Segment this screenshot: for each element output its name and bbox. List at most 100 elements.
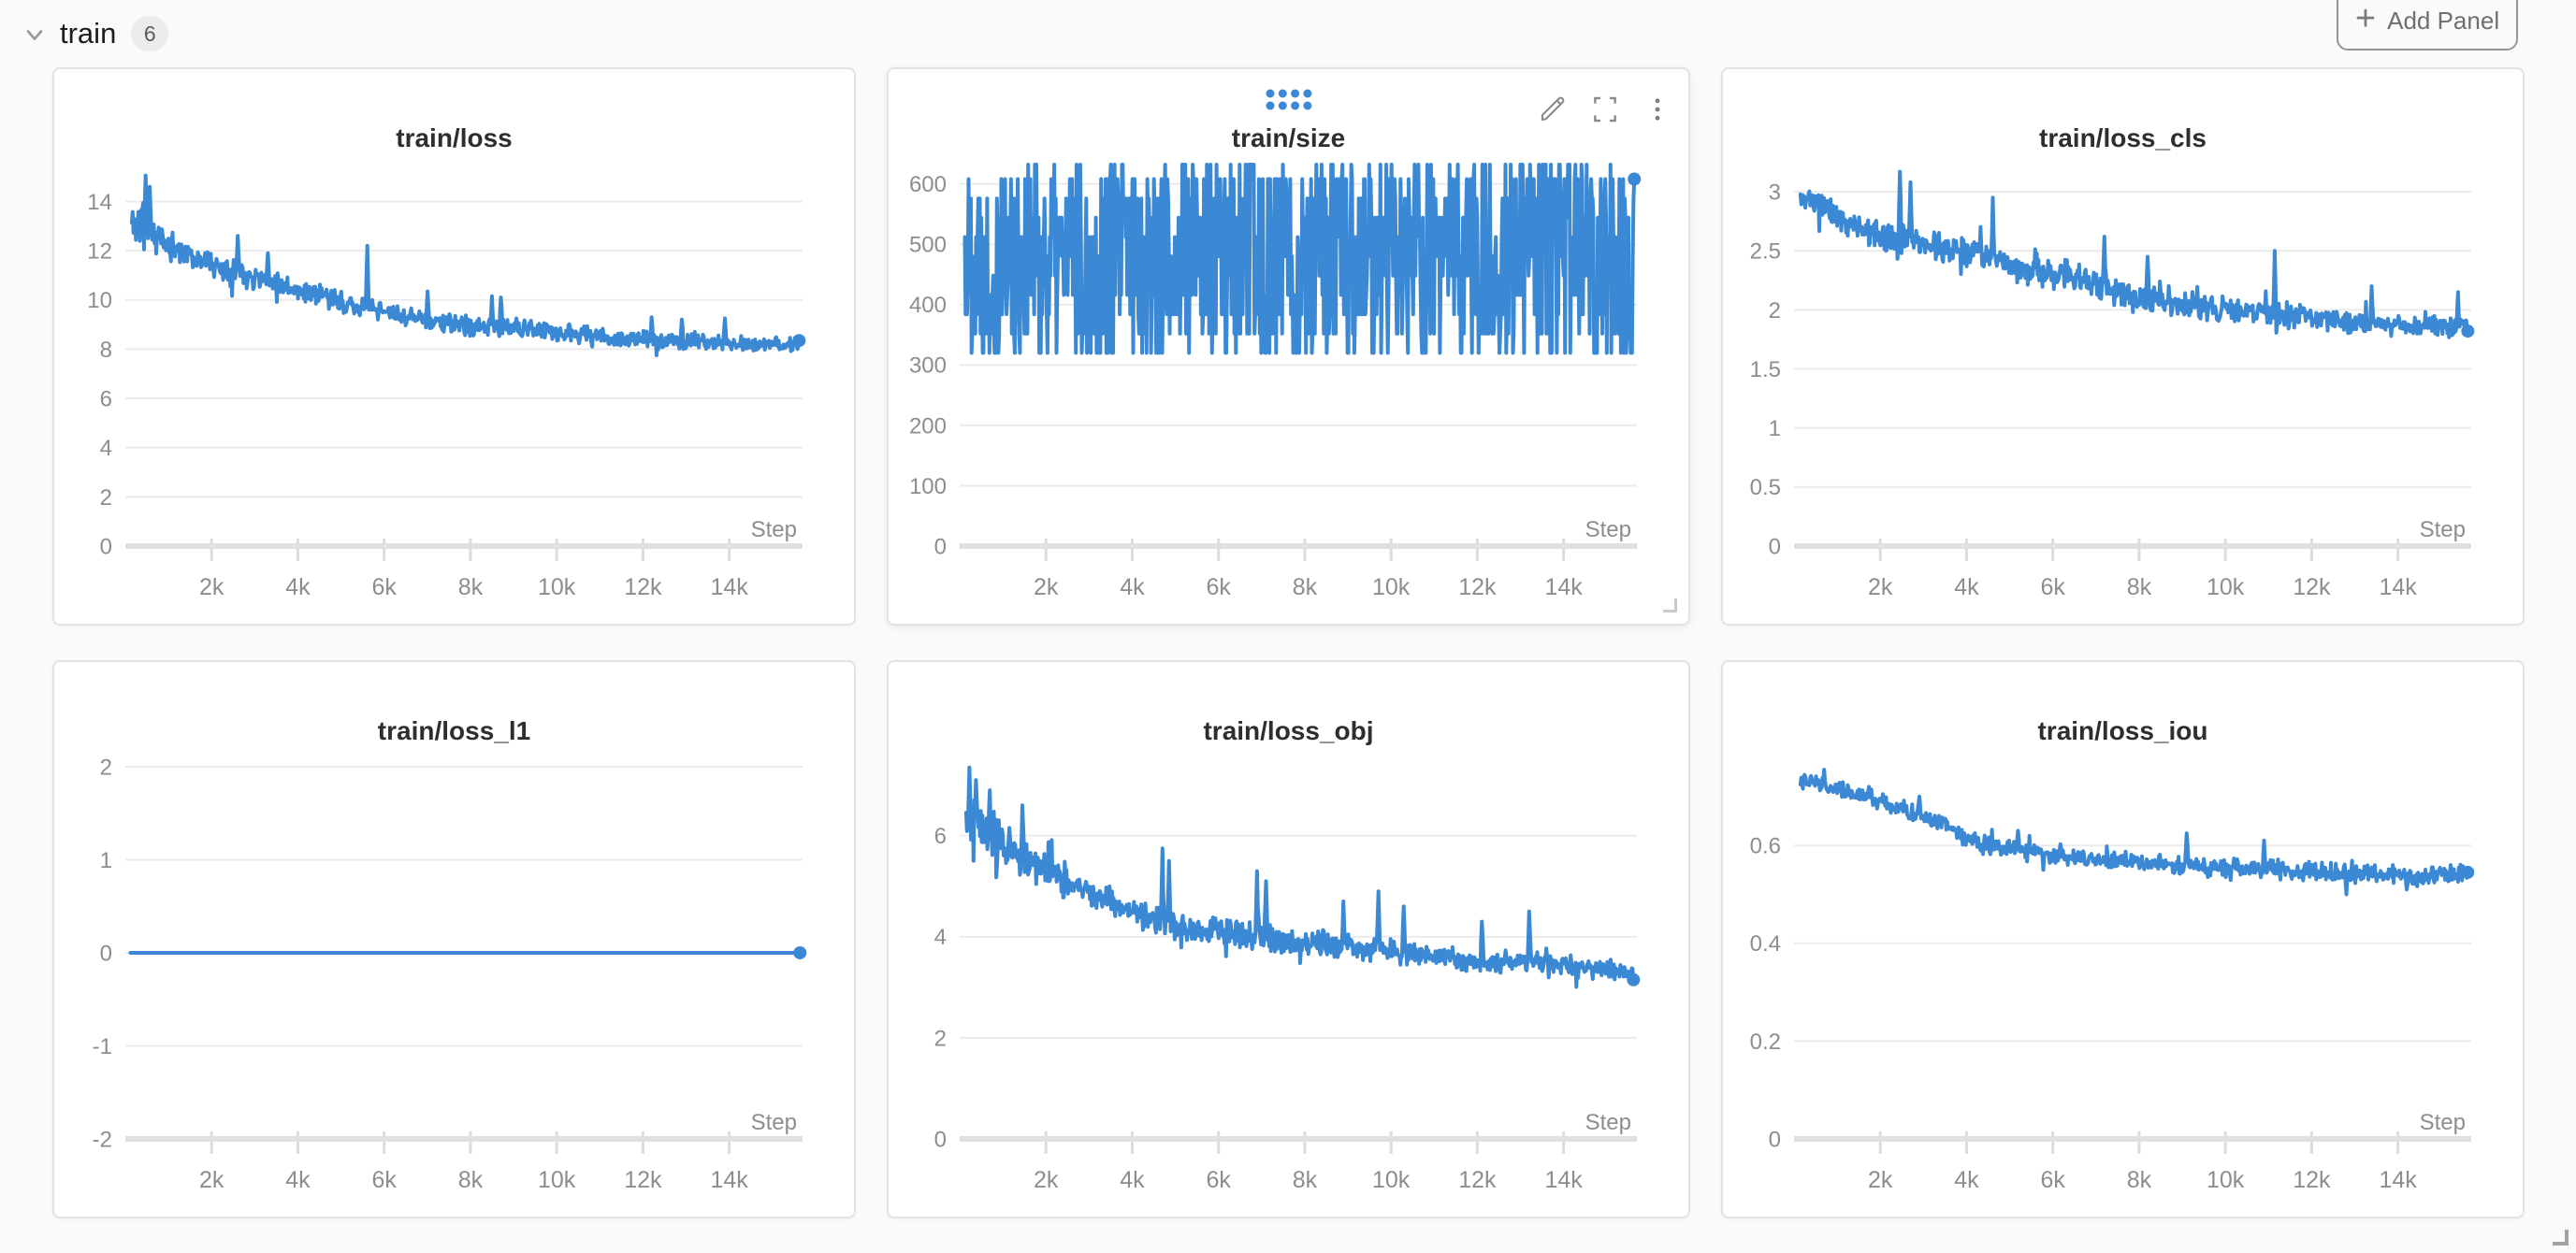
y-tick-label: 0: [100, 534, 112, 559]
x-tick-label: 12k: [624, 574, 662, 600]
x-tick-label: 6k: [2040, 574, 2065, 600]
y-tick-label: 2: [100, 755, 112, 780]
y-tick-label: 0.6: [1750, 834, 1781, 859]
x-tick-label: 10k: [2207, 1167, 2245, 1193]
last-point-marker: [793, 946, 806, 959]
x-tick-label: 6k: [1206, 574, 1231, 600]
y-tick-label: 4: [100, 436, 112, 461]
last-point-marker: [1628, 172, 1641, 185]
y-tick-label: 200: [909, 413, 947, 439]
panel-train-loss-obj[interactable]: train/loss_obj02462k4k6k8k10k12k14kStep: [887, 660, 1690, 1218]
y-tick-label: 10: [87, 288, 112, 313]
x-tick-label: 12k: [1458, 1167, 1497, 1193]
panel-count-badge: 6: [131, 16, 168, 51]
x-tick-label: 8k: [1293, 1167, 1318, 1193]
x-tick-label: 10k: [2207, 574, 2245, 600]
panel-train-loss[interactable]: train/loss024681012142k4k6k8k10k12k14kSt…: [52, 67, 856, 626]
y-tick-label: 4: [934, 925, 947, 950]
x-tick-label: 4k: [285, 574, 311, 600]
y-tick-label: 2: [934, 1026, 947, 1051]
y-tick-label: 3: [1769, 180, 1781, 205]
x-tick-label: 2k: [1034, 574, 1059, 600]
y-tick-label: 0: [934, 1127, 947, 1152]
line-chart-train-loss-cls[interactable]: 00.511.522.532k4k6k8k10k12k14kStep: [1723, 69, 2523, 624]
x-tick-label: 8k: [2127, 574, 2152, 600]
x-tick-label: 14k: [710, 1167, 748, 1193]
x-tick-label: 2k: [1868, 574, 1893, 600]
line-chart-train-loss-l1[interactable]: -2-10122k4k6k8k10k12k14kStep: [54, 662, 854, 1217]
y-tick-label: 0.5: [1750, 475, 1781, 500]
y-tick-label: 2: [1769, 298, 1781, 324]
y-tick-label: 300: [909, 353, 947, 379]
x-axis-label: Step: [1585, 517, 1631, 542]
panel-train-loss-cls[interactable]: train/loss_cls00.511.522.532k4k6k8k10k12…: [1721, 67, 2525, 626]
x-tick-label: 4k: [1120, 574, 1145, 600]
y-tick-label: 400: [909, 293, 947, 318]
y-tick-label: 6: [934, 824, 947, 849]
drag-handle-dots[interactable]: [1263, 86, 1315, 112]
y-tick-label: 1: [100, 848, 112, 873]
line-chart-train-size[interactable]: 01002003004005006002k4k6k8k10k12k14kStep: [889, 69, 1688, 624]
x-tick-label: 6k: [1206, 1167, 1231, 1193]
chevron-down-icon[interactable]: [21, 21, 49, 49]
x-tick-label: 12k: [1458, 574, 1497, 600]
x-tick-label: 8k: [2127, 1167, 2152, 1193]
x-tick-label: 4k: [1954, 1167, 1979, 1193]
panel-grid: train/loss024681012142k4k6k8k10k12k14kSt…: [0, 67, 2576, 1218]
y-tick-label: 0: [934, 534, 947, 559]
y-tick-label: 500: [909, 233, 947, 258]
y-tick-label: 100: [909, 474, 947, 499]
y-tick-label: 8: [100, 338, 112, 363]
last-point-marker: [792, 334, 805, 347]
x-tick-label: 8k: [458, 574, 484, 600]
x-tick-label: 14k: [710, 574, 748, 600]
x-tick-label: 4k: [285, 1167, 311, 1193]
y-tick-label: 6: [100, 386, 112, 411]
x-tick-label: 2k: [1868, 1167, 1893, 1193]
section-resize-handle-icon[interactable]: [2553, 1230, 2569, 1246]
x-axis-label: Step: [751, 1110, 797, 1135]
y-tick-label: 2: [100, 485, 112, 511]
y-tick-label: 0.4: [1750, 931, 1781, 957]
y-tick-label: 600: [909, 172, 947, 197]
x-tick-label: 10k: [1372, 1167, 1411, 1193]
last-point-marker: [1627, 973, 1640, 987]
line-chart-train-loss[interactable]: 024681012142k4k6k8k10k12k14kStep: [54, 69, 854, 624]
panel-train-loss-l1[interactable]: train/loss_l1-2-10122k4k6k8k10k12k14kSte…: [52, 660, 856, 1218]
y-tick-label: 1: [1769, 416, 1781, 441]
x-tick-label: 6k: [371, 574, 397, 600]
x-tick-label: 14k: [1544, 574, 1583, 600]
last-point-marker: [2461, 324, 2474, 338]
y-tick-label: -1: [93, 1034, 112, 1059]
x-tick-label: 12k: [2293, 574, 2331, 600]
panel-train-size[interactable]: train/size01002003004005006002k4k6k8k10k…: [887, 67, 1690, 626]
section-header: train 6: [0, 0, 2576, 67]
y-tick-label: 0: [1769, 1127, 1781, 1152]
y-tick-label: 0.2: [1750, 1030, 1781, 1055]
section-title: train: [60, 17, 116, 50]
y-tick-label: 2.5: [1750, 239, 1781, 265]
add-panel-button[interactable]: + Add Panel: [2337, 0, 2518, 50]
x-tick-label: 2k: [199, 1167, 224, 1193]
add-panel-label: Add Panel: [2387, 7, 2499, 36]
x-axis-label: Step: [2420, 517, 2466, 542]
x-tick-label: 8k: [458, 1167, 484, 1193]
panel-resize-handle-icon[interactable]: [1663, 598, 1677, 612]
x-tick-label: 6k: [371, 1167, 397, 1193]
y-tick-label: 12: [87, 239, 112, 265]
x-axis-label: Step: [2420, 1110, 2466, 1135]
plus-icon: +: [2355, 1, 2376, 36]
fullscreen-icon[interactable]: [1589, 94, 1621, 125]
x-tick-label: 10k: [1372, 574, 1411, 600]
panel-train-loss-iou[interactable]: train/loss_iou00.20.40.62k4k6k8k10k12k14…: [1721, 660, 2525, 1218]
line-chart-train-loss-iou[interactable]: 00.20.40.62k4k6k8k10k12k14kStep: [1723, 662, 2523, 1217]
pencil-icon[interactable]: [1537, 94, 1569, 125]
x-tick-label: 14k: [2379, 1167, 2417, 1193]
x-tick-label: 4k: [1954, 574, 1979, 600]
x-tick-label: 14k: [1544, 1167, 1583, 1193]
kebab-menu-icon[interactable]: [1642, 94, 1673, 125]
panel-actions: [1537, 94, 1673, 125]
x-tick-label: 2k: [1034, 1167, 1059, 1193]
line-chart-train-loss-obj[interactable]: 02462k4k6k8k10k12k14kStep: [889, 662, 1688, 1217]
x-tick-label: 10k: [538, 574, 576, 600]
